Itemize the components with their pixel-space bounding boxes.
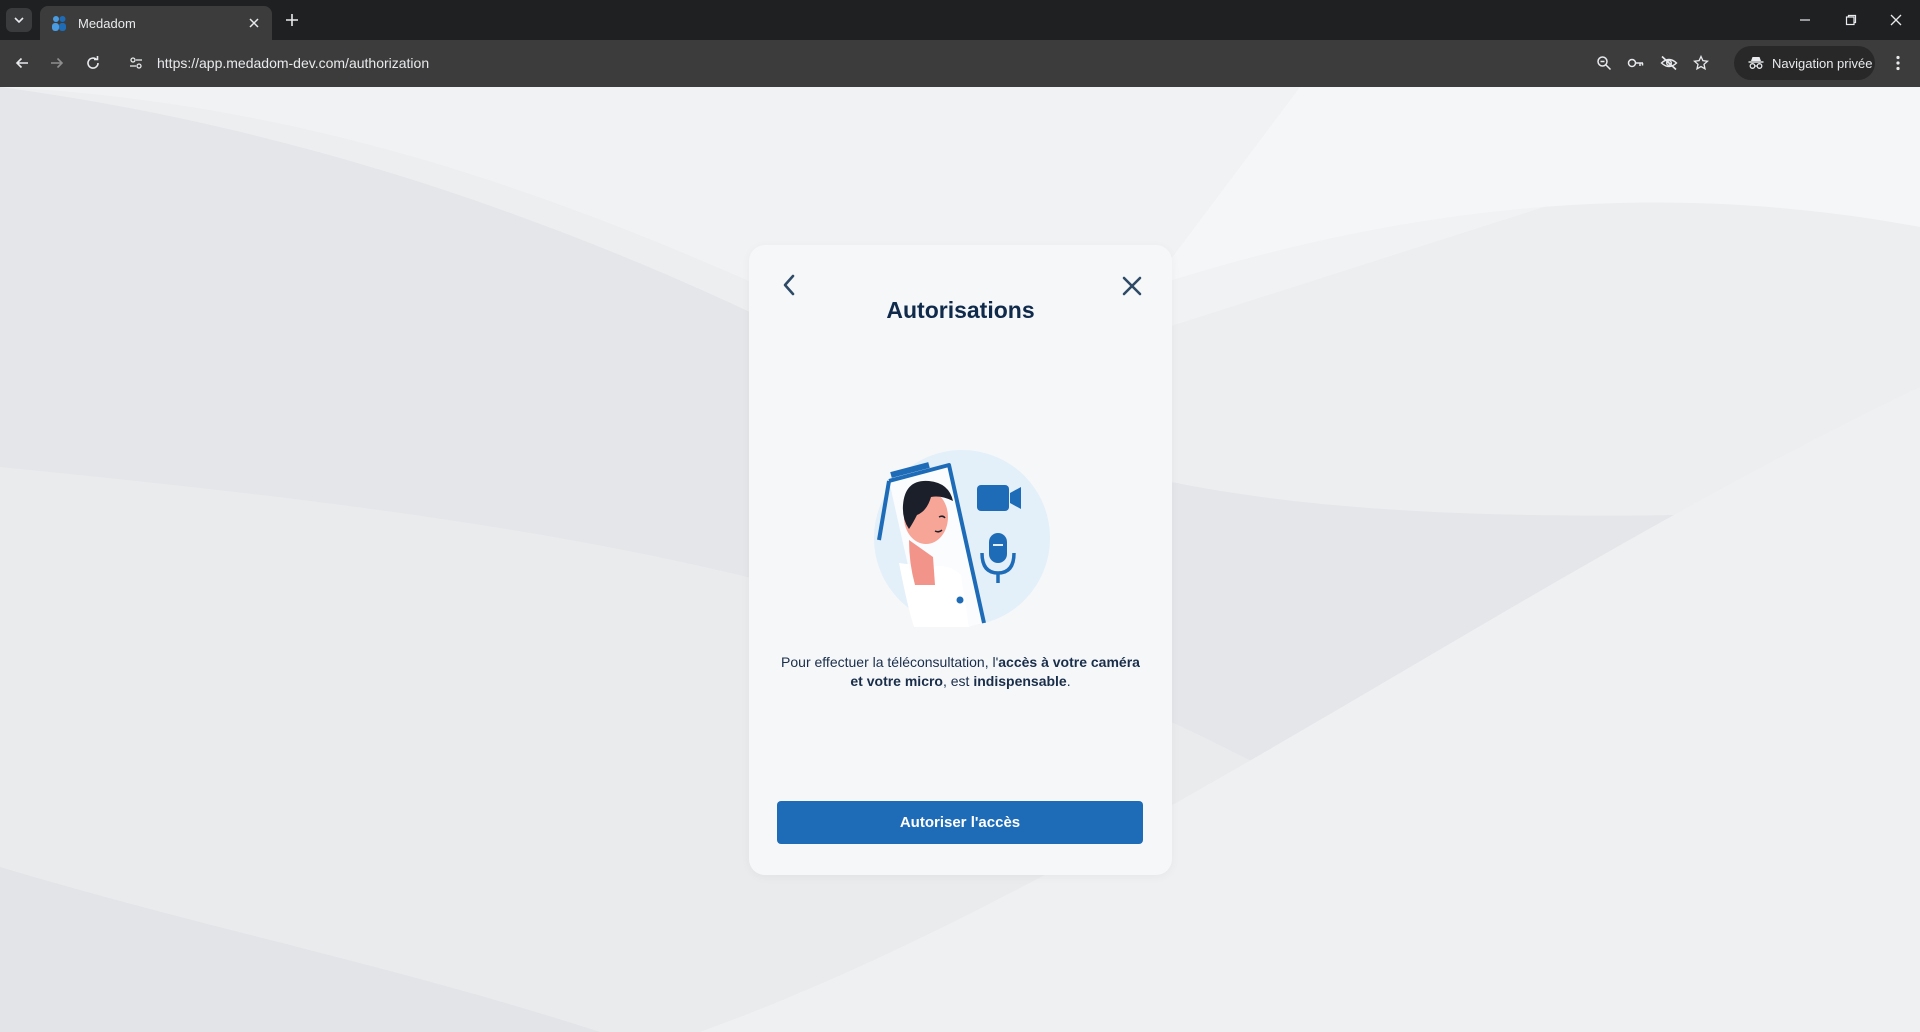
plus-icon[interactable] [282, 10, 302, 30]
close-icon[interactable] [1119, 273, 1145, 299]
description-text: . [1066, 673, 1071, 689]
browser-tab[interactable]: Medadom [40, 6, 272, 40]
restore-icon[interactable] [1839, 8, 1863, 32]
address-bar-url[interactable]: https://app.medadom-dev.com/authorizatio… [157, 55, 429, 71]
modal-description: Pour effectuer la téléconsultation, l'ac… [777, 653, 1144, 691]
tab-strip: Medadom [0, 0, 1920, 40]
close-icon[interactable] [246, 15, 262, 31]
reload-icon[interactable] [82, 52, 104, 74]
description-text: , est [942, 673, 974, 689]
description-bold-required: indispensable [973, 673, 1067, 689]
minimize-icon[interactable] [1793, 8, 1817, 32]
close-window-icon[interactable] [1884, 8, 1908, 32]
back-arrow-icon[interactable] [777, 273, 801, 297]
camera-microphone-illustration [874, 450, 1050, 627]
description-text: Pour effectuer la téléconsultation, l' [781, 654, 999, 670]
authorization-modal: Autorisations Pour effectuer la télécons… [749, 245, 1172, 875]
forward-arrow-icon[interactable] [46, 52, 68, 74]
page-content: Autorisations Pour effectuer la télécons… [0, 87, 1920, 1032]
authorize-access-button[interactable]: Autoriser l'accès [777, 801, 1143, 844]
medadom-logo-icon [52, 16, 66, 31]
zoom-icon[interactable] [1593, 52, 1615, 74]
tab-title: Medadom [78, 15, 136, 31]
eye-off-icon[interactable] [1658, 52, 1680, 74]
site-settings-icon[interactable] [125, 52, 147, 74]
tab-search-icon[interactable] [6, 8, 32, 32]
browser-toolbar: https://app.medadom-dev.com/authorizatio… [0, 40, 1920, 87]
star-icon[interactable] [1690, 52, 1712, 74]
incognito-icon [1748, 57, 1764, 69]
incognito-badge[interactable]: Navigation privée [1734, 46, 1875, 80]
back-arrow-icon[interactable] [11, 52, 33, 74]
incognito-label: Navigation privée [1772, 55, 1873, 71]
kebab-menu-icon[interactable] [1887, 52, 1909, 74]
modal-title: Autorisations [886, 297, 1035, 323]
password-key-icon[interactable] [1625, 52, 1647, 74]
